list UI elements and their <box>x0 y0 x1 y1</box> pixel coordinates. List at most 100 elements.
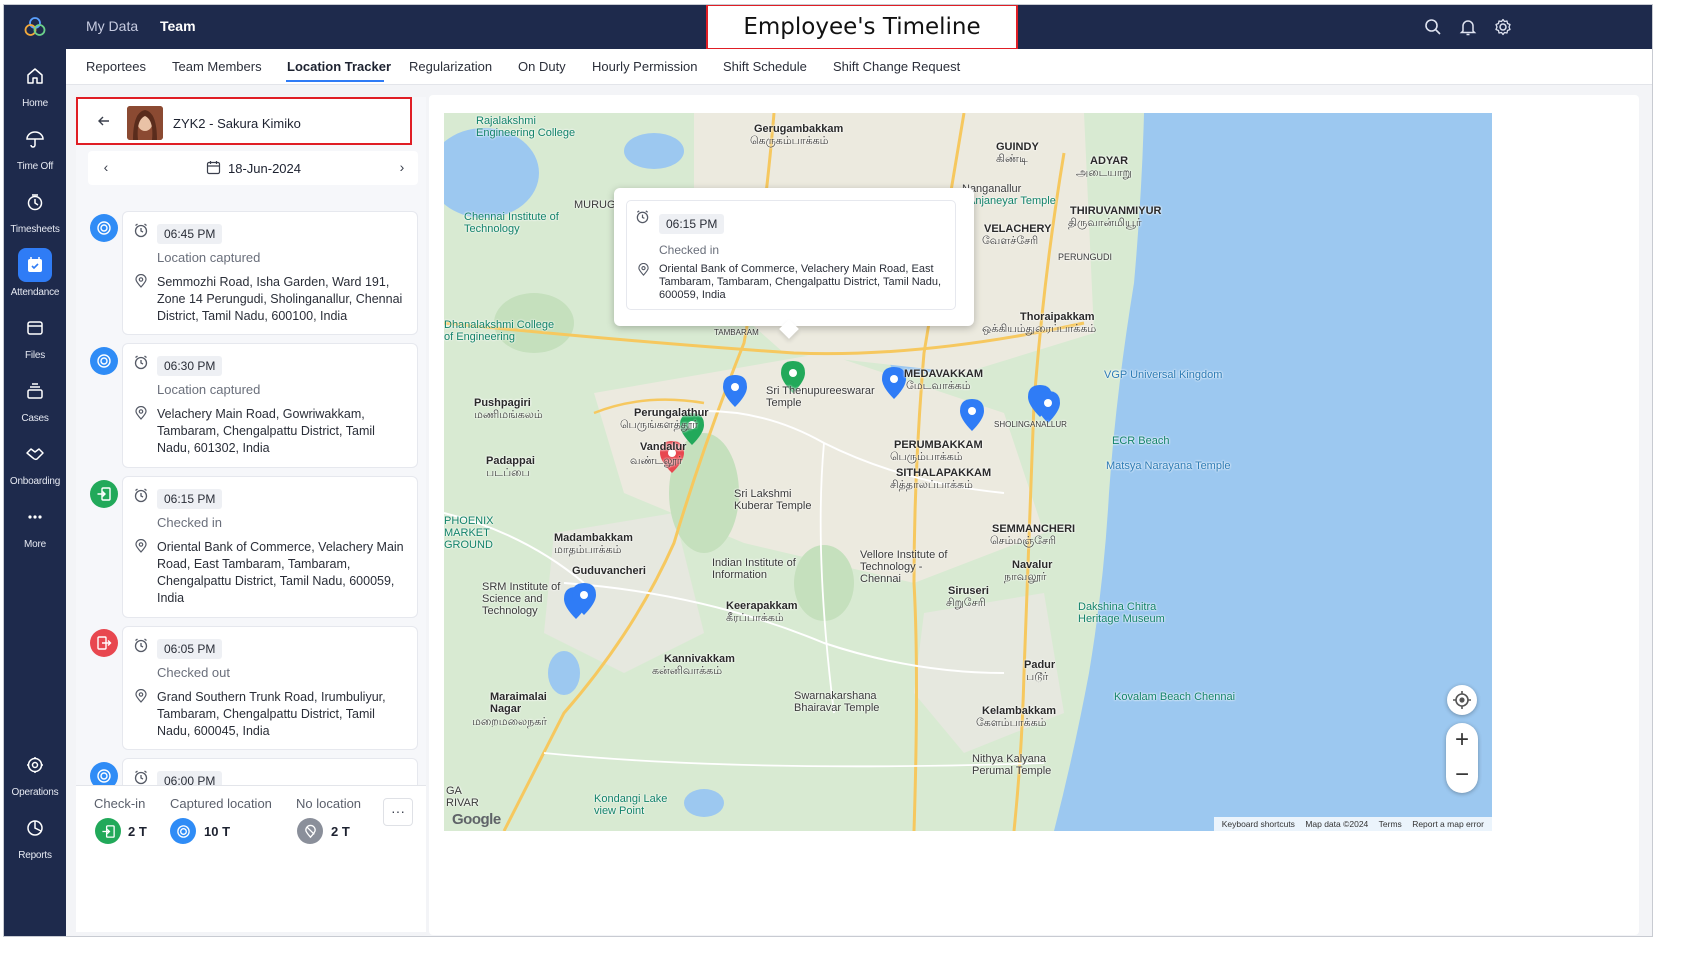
employee-header: ZYK2 - Sakura Kimiko <box>76 97 412 145</box>
map-data-label: Map data ©2024 <box>1305 819 1369 829</box>
map-label: Perungalathur <box>634 407 709 419</box>
no-location-icon <box>297 818 323 844</box>
prev-date-chevron-icon[interactable]: ‹ <box>98 159 114 175</box>
entry-status: Location captured <box>157 382 261 397</box>
map-label: SEMMANCHERI <box>992 523 1076 535</box>
tab-regularization[interactable]: Regularization <box>409 59 492 74</box>
map-label: வேளச்சேரி <box>982 235 1039 247</box>
map-label: Chennai Institute of Technology <box>464 211 559 235</box>
entry-time: 06:05 PM <box>157 639 223 659</box>
tab-my-data[interactable]: My Data <box>86 18 138 34</box>
app-logo-icon <box>23 15 47 39</box>
legend-captured-count: 10 T <box>204 824 231 839</box>
bell-icon[interactable] <box>1458 17 1478 37</box>
map-label: Kannivakkam <box>664 653 735 665</box>
keyboard-shortcuts-link[interactable]: Keyboard shortcuts <box>1222 819 1295 829</box>
map-label: Matsya Narayana Temple <box>1106 460 1231 472</box>
map-label: ADYAR <box>1090 155 1129 167</box>
timeline-panel: ZYK2 - Sakura Kimiko ‹ 18-Jun-2024 › 06:… <box>76 97 426 932</box>
map-label: அடையாறு <box>1076 167 1132 179</box>
nav-reports[interactable]: Reports <box>4 807 66 869</box>
zoom-in-button[interactable]: + <box>1446 723 1478 758</box>
check-in-icon <box>95 818 121 844</box>
map-label: கெருகம்பாக்கம் <box>750 135 829 147</box>
nav-time-off[interactable]: Time Off <box>4 118 66 180</box>
tab-team-members[interactable]: Team Members <box>172 59 262 74</box>
map-label: Keerapakkam <box>726 600 798 612</box>
map-label: VGP Universal Kingdom <box>1104 369 1223 381</box>
tab-on-duty[interactable]: On Duty <box>518 59 566 74</box>
alarm-clock-icon <box>133 354 149 370</box>
nav-attendance-label: Attendance <box>10 287 60 298</box>
map-label: VELACHERY <box>984 223 1052 235</box>
map-label: ECR Beach <box>1112 435 1170 447</box>
my-location-button[interactable] <box>1447 685 1477 715</box>
zoom-out-button[interactable]: − <box>1446 758 1478 793</box>
back-arrow-icon[interactable] <box>96 113 112 129</box>
nav-cases[interactable]: Cases <box>4 370 66 432</box>
nav-time-off-label: Time Off <box>16 161 54 172</box>
map-label: SRM Institute of Science and Technology <box>482 581 561 617</box>
location-popup[interactable]: 06:15 PM Checked in Oriental Bank of Com… <box>614 188 974 339</box>
map-label: GA RIVAR <box>446 785 479 809</box>
timeline-entry[interactable]: 06:45 PM Location captured Semmozhi Road… <box>122 211 418 335</box>
map-label: Rajalakshmi Engineering College <box>476 115 576 139</box>
calendar-icon[interactable] <box>206 160 221 175</box>
popup-status: Checked in <box>659 243 720 257</box>
entry-address: Semmozhi Road, Isha Garden, Ward 191, Zo… <box>157 275 403 323</box>
nav-more[interactable]: More <box>4 496 66 558</box>
nav-onboarding[interactable]: Onboarding <box>4 433 66 495</box>
map-label: கீரப்பாக்கம் <box>726 612 784 624</box>
tab-location-tracker[interactable]: Location Tracker <box>287 59 391 74</box>
nav-operations-label: Operations <box>11 787 59 798</box>
map-label: PERUNGUDI <box>1058 252 1113 262</box>
location-pin-icon <box>134 405 148 420</box>
legend-check-in-label: Check-in <box>94 796 146 811</box>
legend-check-in-count: 2 T <box>128 824 147 839</box>
map-label: Vandalur <box>640 441 687 453</box>
timeline-entry[interactable]: 06:30 PM Location captured Velachery Mai… <box>122 343 418 468</box>
nav-onboarding-label: Onboarding <box>9 476 61 487</box>
timeline-entry[interactable]: 06:00 PM <box>122 758 418 785</box>
location-pin-icon <box>134 273 148 288</box>
nav-home[interactable]: Home <box>4 55 66 117</box>
terms-link[interactable]: Terms <box>1379 819 1402 829</box>
map-label: TAMBARAM <box>714 328 759 337</box>
map-card: Rajalakshmi Engineering College Gerugamb… <box>429 95 1639 935</box>
report-map-error-link[interactable]: Report a map error <box>1412 819 1484 829</box>
tab-shift-change-request[interactable]: Shift Change Request <box>833 59 960 74</box>
map-label: படப்பை <box>486 467 530 479</box>
map-label: Vellore Institute of Technology - Chenna… <box>860 549 948 585</box>
nav-timesheets-label: Timesheets <box>10 224 60 235</box>
entry-time: 06:45 PM <box>157 224 223 244</box>
map-label: மறைமலைநகர் <box>472 716 547 728</box>
tab-shift-schedule[interactable]: Shift Schedule <box>723 59 807 74</box>
timeline-entry[interactable]: 06:15 PM Checked in Oriental Bank of Com… <box>122 476 418 618</box>
calendar-check-icon <box>18 248 52 282</box>
tab-hourly-permission[interactable]: Hourly Permission <box>592 59 697 74</box>
tab-reportees[interactable]: Reportees <box>86 59 146 74</box>
entry-status: Checked in <box>157 515 223 530</box>
reports-icon <box>18 811 52 845</box>
selected-date: 18-Jun-2024 <box>228 161 301 176</box>
search-icon[interactable] <box>1423 17 1443 37</box>
map-label: மாதம்பாக்கம் <box>554 544 622 556</box>
nav-files[interactable]: Files <box>4 307 66 369</box>
map-view[interactable]: Rajalakshmi Engineering College Gerugamb… <box>444 113 1492 831</box>
nav-operations[interactable]: Operations <box>4 744 66 806</box>
entry-address: Oriental Bank of Commerce, Velachery Mai… <box>157 540 404 605</box>
map-label: Nithya Kalyana Perumal Temple <box>972 753 1052 777</box>
legend-captured-label: Captured location <box>170 796 272 811</box>
map-label: Padur <box>1024 659 1056 671</box>
umbrella-icon <box>18 122 52 156</box>
settings-gear-icon[interactable] <box>1493 17 1513 37</box>
map-label: Dakshina Chitra Heritage Museum <box>1078 601 1165 625</box>
map-label: Padappai <box>486 455 535 467</box>
timeline-entry[interactable]: 06:05 PM Checked out Grand Southern Trun… <box>122 626 418 750</box>
next-date-chevron-icon[interactable]: › <box>394 159 410 175</box>
nav-timesheets[interactable]: Timesheets <box>4 181 66 243</box>
popup-time: 06:15 PM <box>659 214 725 234</box>
tab-team[interactable]: Team <box>160 18 196 34</box>
nav-attendance[interactable]: Attendance <box>4 244 66 306</box>
more-options-button[interactable]: ··· <box>383 798 413 826</box>
